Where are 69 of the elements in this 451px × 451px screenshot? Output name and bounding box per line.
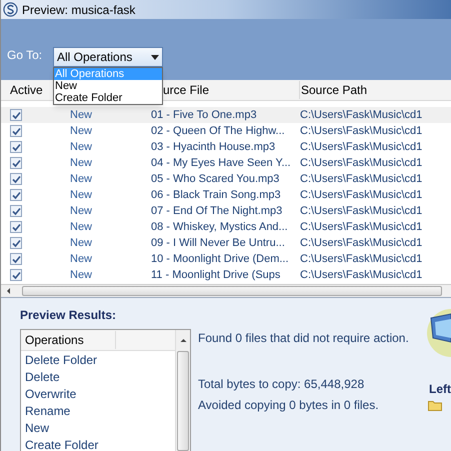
column-header[interactable]: Source Path xyxy=(299,81,368,99)
table-cell-text: 11 - Moonlight Drive (Sups xyxy=(151,268,282,283)
status-message: Found 0 files that did not require action. xyxy=(198,330,409,347)
status-message: Total bytes to copy: 65,448,928 xyxy=(198,376,366,393)
checkbox[interactable] xyxy=(10,189,22,201)
checkbox[interactable] xyxy=(10,269,22,281)
list-item[interactable]: New xyxy=(21,420,175,437)
operations-dropdown[interactable]: All Operations xyxy=(53,47,163,67)
side-label: Left xyxy=(429,381,451,398)
table-cell-text: New xyxy=(69,108,94,123)
table-cell-text: 01 - Five To One.mp3 xyxy=(151,108,258,123)
checkbox[interactable] xyxy=(10,237,22,249)
table-cell-text: 07 - End Of The Night.mp3 xyxy=(151,204,284,219)
table-cell-text: 04 - My Eyes Have Seen Y... xyxy=(151,156,292,171)
table-cell-text: C:\Users\Fask\Music\cd1 xyxy=(300,156,422,171)
vertical-scrollbar[interactable] xyxy=(175,330,190,451)
table-cell-text: New xyxy=(69,124,94,139)
checkbox[interactable] xyxy=(10,109,22,121)
table-cell-text: New xyxy=(69,172,94,187)
dropdown-option[interactable]: Create Folder xyxy=(54,92,162,104)
checkbox[interactable] xyxy=(10,221,22,233)
table-cell-text: 02 - Queen Of The Highw... xyxy=(151,124,286,139)
checkbox[interactable] xyxy=(10,141,22,153)
table-cell-text: 05 - Who Scared You.mp3 xyxy=(151,172,280,187)
table-cell-text: C:\Users\Fask\Music\cd1 xyxy=(300,108,422,123)
table-cell-text: 10 - Moonlight Drive (Dem... xyxy=(151,252,290,267)
status-message: Avoided copying 0 bytes in 0 files. xyxy=(198,397,380,414)
checkbox[interactable] xyxy=(10,173,22,185)
window-title: Preview: musica-fask xyxy=(22,2,136,18)
table-cell-text: 06 - Black Train Song.mp3 xyxy=(151,188,282,203)
computer-icon xyxy=(425,308,451,358)
table-cell-text: C:\Users\Fask\Music\cd1 xyxy=(300,188,422,203)
table-cell-text: New xyxy=(69,252,94,267)
list-item[interactable]: Delete xyxy=(21,369,175,386)
horizontal-scrollbar[interactable] xyxy=(1,284,451,297)
table-cell-text: C:\Users\Fask\Music\cd1 xyxy=(300,236,422,251)
table-cell-text: C:\Users\Fask\Music\cd1 xyxy=(300,172,422,187)
table-cell-text: New xyxy=(69,156,94,171)
table-cell-text: 09 - I Will Never Be Untru... xyxy=(151,236,286,251)
table-cell-text: C:\Users\Fask\Music\cd1 xyxy=(300,124,422,139)
list-item[interactable]: Overwrite xyxy=(21,386,175,403)
table-cell-text: 08 - Whiskey, Mystics And... xyxy=(151,220,289,235)
table-cell-text: C:\Users\Fask\Music\cd1 xyxy=(300,220,422,235)
go-to-label: Go To: xyxy=(7,47,42,64)
table-cell-text: New xyxy=(69,220,94,235)
table-cell-text: C:\Users\Fask\Music\cd1 xyxy=(300,140,422,155)
table-cell-text: New xyxy=(69,140,94,155)
table-cell-text: New xyxy=(69,236,94,251)
table-cell-text: New xyxy=(69,188,94,203)
checkbox[interactable] xyxy=(10,157,22,169)
table-cell-text: 03 - Hyacinth House.mp3 xyxy=(151,140,276,155)
section-heading: Preview Results: xyxy=(20,307,118,322)
folder-icon xyxy=(428,400,442,411)
checkbox[interactable] xyxy=(10,125,22,137)
list-item[interactable]: Delete Folder xyxy=(21,352,175,369)
table-cell-text: New xyxy=(69,268,94,283)
table-cell-text: New xyxy=(69,204,94,219)
scroll-up-icon[interactable] xyxy=(178,336,188,345)
table-cell-text: C:\Users\Fask\Music\cd1 xyxy=(300,204,422,219)
checkbox[interactable] xyxy=(10,205,22,217)
caret-icon xyxy=(151,54,159,60)
sync-icon xyxy=(3,2,18,17)
column-header[interactable]: urce File xyxy=(163,81,299,99)
table-cell-text: C:\Users\Fask\Music\cd1 xyxy=(300,252,422,267)
list-item[interactable]: Rename xyxy=(21,403,175,420)
dropdown-option[interactable]: New xyxy=(54,80,162,92)
table-cell-text: C:\Users\Fask\Music\cd1 xyxy=(300,268,422,283)
list-item[interactable]: Create Folder xyxy=(21,437,175,451)
checkbox[interactable] xyxy=(10,253,22,265)
